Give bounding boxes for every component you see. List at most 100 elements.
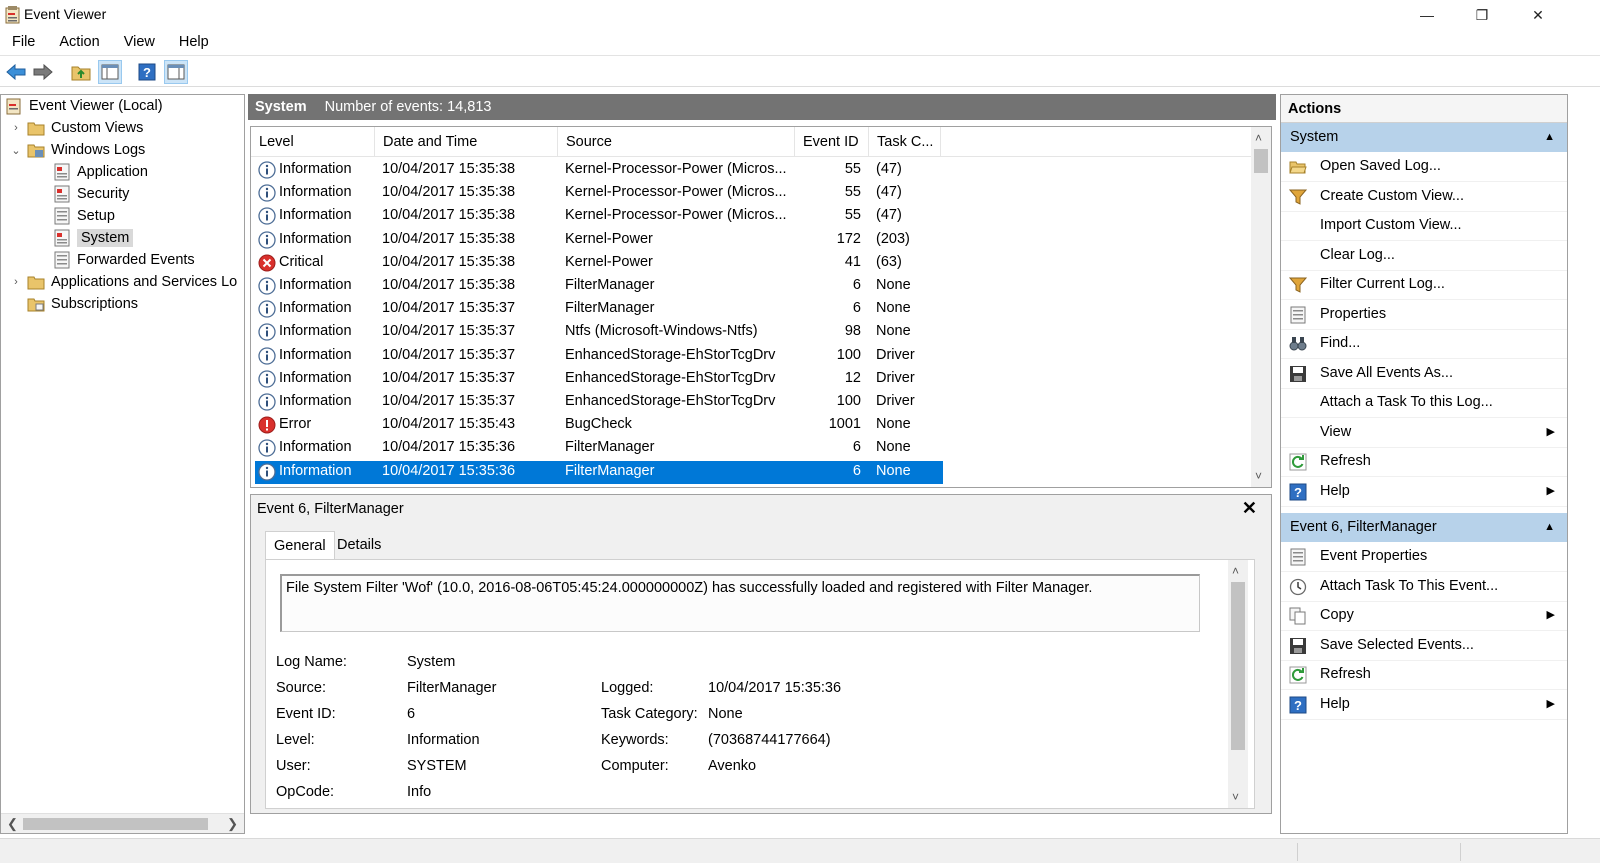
scrollbar-thumb[interactable] bbox=[1231, 582, 1245, 750]
events-table[interactable]: Level Date and Time Source Event ID Task… bbox=[250, 126, 1272, 488]
tab-details[interactable]: Details bbox=[329, 531, 389, 559]
restore-button[interactable]: ❐ bbox=[1455, 0, 1509, 30]
action-help[interactable]: ? Help ▶ bbox=[1281, 691, 1567, 720]
tree-item-application[interactable]: Application bbox=[53, 161, 148, 183]
action-attach-task-to-this-event[interactable]: Attach Task To This Event... bbox=[1281, 573, 1567, 602]
action-attach-a-task-to-this-log[interactable]: Attach a Task To this Log... bbox=[1281, 389, 1567, 418]
tree-item-forwarded-events[interactable]: Forwarded Events bbox=[53, 249, 195, 271]
table-row[interactable]: Information 10/04/2017 15:35:36 FilterMana… bbox=[255, 460, 943, 484]
scroll-down-icon[interactable]: ˅ bbox=[1232, 790, 1239, 804]
scrollbar-thumb[interactable] bbox=[23, 818, 208, 830]
show-hide-action-pane-icon[interactable] bbox=[164, 60, 188, 84]
tree-item-security[interactable]: Security bbox=[53, 183, 129, 205]
action-save-all-events-as[interactable]: Save All Events As... bbox=[1281, 360, 1567, 389]
event-id-cell: 98 bbox=[844, 323, 861, 340]
scroll-down-icon[interactable]: ˅ bbox=[1255, 469, 1262, 483]
close-window-button[interactable]: ✕ bbox=[1511, 0, 1565, 30]
column-source[interactable]: Source bbox=[558, 127, 795, 157]
help-icon[interactable]: ? bbox=[135, 60, 159, 84]
menu-action[interactable]: Action bbox=[47, 30, 111, 55]
tree-item-custom-views[interactable]: › Custom Views bbox=[9, 117, 143, 139]
table-row[interactable]: Information 10/04/2017 15:35:37 EnhancedSt… bbox=[255, 391, 943, 414]
action-event-properties[interactable]: Event Properties bbox=[1281, 543, 1567, 572]
log-name-value: System bbox=[407, 654, 456, 670]
table-row[interactable]: Information 10/04/2017 15:35:37 EnhancedSt… bbox=[255, 368, 943, 391]
action-refresh[interactable]: Refresh bbox=[1281, 661, 1567, 690]
refresh-icon bbox=[1289, 666, 1307, 684]
action-copy[interactable]: Copy ▶ bbox=[1281, 602, 1567, 631]
action-label: Open Saved Log... bbox=[1320, 158, 1441, 174]
event-viewer-icon bbox=[5, 97, 23, 115]
column-event-id[interactable]: Event ID bbox=[795, 127, 869, 157]
log-icon bbox=[53, 185, 71, 203]
close-icon[interactable]: ✕ bbox=[1242, 498, 1257, 519]
table-row[interactable]: Information 10/04/2017 15:35:38 Kernel-Pro… bbox=[255, 182, 943, 205]
action-save-selected-events[interactable]: Save Selected Events... bbox=[1281, 632, 1567, 661]
table-row[interactable]: Information 10/04/2017 15:35:36 FilterMana… bbox=[255, 437, 943, 460]
console-tree[interactable]: Event Viewer (Local) › Custom Views ⌄ Wi… bbox=[0, 94, 245, 834]
action-label: Help bbox=[1320, 482, 1350, 499]
chevron-down-icon[interactable]: ⌄ bbox=[9, 144, 23, 157]
tree-item-setup[interactable]: Setup bbox=[53, 205, 115, 227]
information-icon bbox=[258, 300, 276, 318]
folder-up-icon[interactable] bbox=[69, 60, 93, 84]
forward-arrow-icon[interactable] bbox=[31, 60, 55, 84]
task-category-cell: None bbox=[876, 300, 911, 317]
table-row[interactable]: Information 10/04/2017 15:35:37 FilterMana… bbox=[255, 298, 943, 321]
tree-item-event-viewer-local[interactable]: Event Viewer (Local) bbox=[5, 95, 163, 117]
table-row[interactable]: Critical 10/04/2017 15:35:38 Kernel-Power 4… bbox=[255, 252, 943, 275]
table-row[interactable]: Information 10/04/2017 15:35:38 Kernel-Pro… bbox=[255, 159, 943, 182]
datetime-cell: 10/04/2017 15:35:38 bbox=[382, 277, 516, 293]
action-view[interactable]: View ▶ bbox=[1281, 419, 1567, 448]
show-hide-console-tree-icon[interactable] bbox=[98, 60, 122, 84]
chevron-right-icon[interactable]: › bbox=[9, 276, 23, 288]
action-find[interactable]: Find... bbox=[1281, 330, 1567, 359]
action-open-saved-log[interactable]: Open Saved Log... bbox=[1281, 153, 1567, 182]
action-clear-log[interactable]: Clear Log... bbox=[1281, 242, 1567, 271]
action-import-custom-view[interactable]: Import Custom View... bbox=[1281, 212, 1567, 241]
table-row[interactable]: Information 10/04/2017 15:35:37 Ntfs (Micr… bbox=[255, 321, 943, 344]
scroll-left-icon[interactable]: ❮ bbox=[7, 816, 18, 832]
scroll-up-icon[interactable]: ˄ bbox=[1232, 564, 1239, 578]
action-label: Filter Current Log... bbox=[1320, 276, 1445, 292]
scrollbar-thumb[interactable] bbox=[1254, 149, 1268, 173]
table-row[interactable]: Information 10/04/2017 15:35:37 EnhancedSt… bbox=[255, 345, 943, 368]
collapse-caret-icon[interactable]: ▲ bbox=[1544, 521, 1555, 533]
event-message[interactable]: File System Filter 'Wof' (10.0, 2016-08-… bbox=[280, 574, 1200, 632]
table-row[interactable]: Information 10/04/2017 15:35:38 Kernel-Pow… bbox=[255, 229, 943, 252]
chevron-right-icon[interactable]: › bbox=[9, 122, 23, 134]
collapse-caret-icon[interactable]: ▲ bbox=[1544, 131, 1555, 143]
detail-vertical-scrollbar[interactable]: ˄ ˅ bbox=[1228, 560, 1248, 808]
datetime-cell: 10/04/2017 15:35:38 bbox=[382, 161, 516, 177]
actions-section-header[interactable]: System ▲ bbox=[1281, 123, 1567, 152]
menu-view[interactable]: View bbox=[112, 30, 167, 55]
table-row[interactable]: Information 10/04/2017 15:35:38 Kernel-Pro… bbox=[255, 205, 943, 228]
minimize-button[interactable]: — bbox=[1400, 0, 1454, 30]
scroll-right-icon[interactable]: ❯ bbox=[227, 816, 238, 832]
action-create-custom-view[interactable]: Create Custom View... bbox=[1281, 183, 1567, 212]
action-filter-current-log[interactable]: Filter Current Log... bbox=[1281, 271, 1567, 300]
scroll-up-icon[interactable]: ˄ bbox=[1255, 131, 1262, 145]
menu-help[interactable]: Help bbox=[167, 30, 221, 55]
event-id-cell: 172 bbox=[836, 230, 861, 247]
actions-section-header[interactable]: Event 6, FilterManager ▲ bbox=[1281, 513, 1567, 542]
tree-horizontal-scrollbar[interactable]: ❮ ❯ bbox=[1, 813, 244, 833]
action-refresh[interactable]: Refresh bbox=[1281, 448, 1567, 477]
back-arrow-icon[interactable] bbox=[4, 60, 28, 84]
log-icon bbox=[53, 163, 71, 181]
tree-item-subscriptions[interactable]: Subscriptions bbox=[27, 293, 138, 315]
menu-file[interactable]: File bbox=[0, 30, 47, 55]
table-row[interactable]: Error 10/04/2017 15:35:43 BugCheck 1001 None bbox=[255, 414, 943, 437]
column-date-time[interactable]: Date and Time bbox=[375, 127, 558, 157]
column-level[interactable]: Level bbox=[251, 127, 375, 157]
action-properties[interactable]: Properties bbox=[1281, 301, 1567, 330]
column-task-category[interactable]: Task C... bbox=[869, 127, 941, 157]
events-vertical-scrollbar[interactable]: ˄ ˅ bbox=[1251, 127, 1271, 487]
tab-general[interactable]: General bbox=[265, 531, 335, 560]
properties-icon bbox=[1289, 306, 1307, 324]
tree-item-applications-and-services[interactable]: › Applications and Services Lo bbox=[9, 271, 237, 293]
table-row[interactable]: Information 10/04/2017 15:35:38 FilterMana… bbox=[255, 275, 943, 298]
action-help[interactable]: ? Help ▶ bbox=[1281, 478, 1567, 507]
tree-item-system[interactable]: System bbox=[53, 227, 134, 249]
tree-item-windows-logs[interactable]: ⌄ Windows Logs bbox=[9, 139, 145, 161]
